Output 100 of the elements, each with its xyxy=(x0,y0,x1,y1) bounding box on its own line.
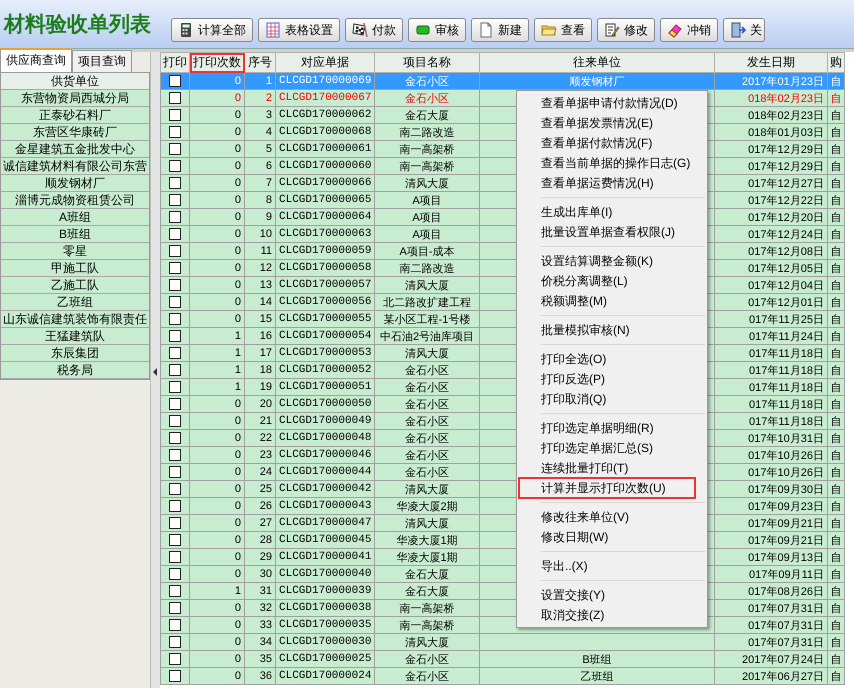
table-row[interactable]: 0 36 CLCGD170000024 金石小区 乙班组 2017年06月27日 自 xyxy=(160,668,844,684)
supplier-item[interactable]: 东营物资局西城分局 xyxy=(1,90,149,107)
table-cell: 27 xyxy=(260,517,272,529)
table-cell: CLCGD170000069 xyxy=(279,75,372,87)
toolbar-button[interactable]: 关 xyxy=(723,18,765,42)
menu-item[interactable]: 税额调整(M) xyxy=(517,291,707,311)
table-cell: CLCGD170000063 xyxy=(279,228,372,240)
supplier-item[interactable]: B班组 xyxy=(1,226,149,243)
table-cell: 0 xyxy=(234,160,241,172)
exit-door-icon xyxy=(730,22,746,38)
column-header[interactable]: 项目名称 xyxy=(374,52,480,72)
table-cell: CLCGD170000068 xyxy=(279,126,372,138)
toolbar-button[interactable]: 修改 xyxy=(597,18,655,42)
column-header[interactable]: 打印次数 xyxy=(190,52,244,72)
toolbar-button[interactable]: 冲销 xyxy=(660,18,718,42)
table-cell: 15 xyxy=(260,313,272,325)
column-header[interactable]: 购 xyxy=(828,52,844,72)
print-checkbox[interactable] xyxy=(169,602,181,614)
print-checkbox[interactable] xyxy=(169,296,181,308)
sidebar-tab[interactable]: 项目查询 xyxy=(72,50,132,72)
supplier-item[interactable]: 东营区华康砖厂 xyxy=(1,124,149,141)
toolbar-button[interactable]: 计算全部 xyxy=(171,18,253,42)
print-checkbox[interactable] xyxy=(169,126,181,138)
table-cell: 清风大厦 xyxy=(405,280,449,292)
print-checkbox[interactable] xyxy=(169,653,181,666)
table-cell: 16 xyxy=(260,330,272,342)
column-header[interactable]: 序号 xyxy=(244,52,276,72)
menu-item[interactable]: 计算并显示打印次数(U) xyxy=(519,478,695,498)
print-checkbox[interactable] xyxy=(169,449,181,462)
table-cell: 0 xyxy=(234,262,241,274)
print-checkbox[interactable] xyxy=(169,143,181,156)
print-checkbox[interactable] xyxy=(169,483,181,496)
print-checkbox[interactable] xyxy=(169,364,181,376)
print-checkbox[interactable] xyxy=(169,177,181,190)
print-checkbox[interactable] xyxy=(169,670,181,682)
print-checkbox[interactable] xyxy=(169,109,181,122)
table-cell: CLCGD170000051 xyxy=(279,381,372,393)
supplier-item[interactable]: 零星 xyxy=(1,243,149,260)
print-checkbox[interactable] xyxy=(169,517,181,530)
toolbar-button[interactable]: 表格设置 xyxy=(258,18,340,42)
print-checkbox[interactable] xyxy=(169,568,181,580)
print-checkbox[interactable] xyxy=(169,551,181,564)
supplier-item[interactable]: 乙班组 xyxy=(1,294,149,311)
table-cell: 金石小区 xyxy=(405,416,449,428)
toolbar-button[interactable]: 付款 xyxy=(345,18,403,42)
print-checkbox[interactable] xyxy=(169,194,181,206)
print-checkbox[interactable] xyxy=(169,228,181,240)
print-checkbox[interactable] xyxy=(169,160,181,172)
column-header[interactable]: 打印 xyxy=(160,52,190,72)
supplier-item[interactable]: 王猛建筑队 xyxy=(1,328,149,345)
supplier-item[interactable]: 淄博元成物资租赁公司 xyxy=(1,192,149,209)
print-checkbox[interactable] xyxy=(169,92,181,104)
toolbar-button[interactable]: 查看 xyxy=(534,18,592,42)
print-checkbox[interactable] xyxy=(169,432,181,444)
table-cell: 清风大厦 xyxy=(405,636,449,648)
sidebar-tab[interactable]: 供应商查询 xyxy=(0,48,72,72)
print-checkbox[interactable] xyxy=(169,534,181,546)
print-checkbox[interactable] xyxy=(169,262,181,274)
print-checkbox[interactable] xyxy=(169,585,181,598)
supplier-item[interactable]: 正泰砂石料厂 xyxy=(1,107,149,124)
supplier-item[interactable]: 乙施工队 xyxy=(1,277,149,294)
print-checkbox[interactable] xyxy=(169,75,181,88)
table-cell: CLCGD170000030 xyxy=(279,636,372,648)
checkered-flag-icon xyxy=(352,22,368,38)
supplier-item[interactable]: 诚信建筑材料有限公司东营 xyxy=(1,158,149,175)
supplier-item[interactable]: 顺发钢材厂 xyxy=(1,175,149,192)
toolbar-button[interactable]: 新建 xyxy=(471,18,529,42)
table-row[interactable]: 0 34 CLCGD170000030 清风大厦 017年07月31日 自 xyxy=(160,634,844,650)
supplier-item[interactable]: 山东诚信建筑装饰有限责任 xyxy=(1,311,149,328)
supplier-item[interactable]: A班组 xyxy=(1,209,149,226)
print-checkbox[interactable] xyxy=(169,279,181,292)
supplier-item[interactable]: 甲施工队 xyxy=(1,260,149,277)
print-checkbox[interactable] xyxy=(169,619,181,632)
print-checkbox[interactable] xyxy=(169,330,181,342)
table-cell: 南一高架桥 xyxy=(400,620,454,632)
print-checkbox[interactable] xyxy=(169,415,181,428)
toolbar-button[interactable]: 审核 xyxy=(408,18,466,42)
print-checkbox[interactable] xyxy=(169,245,181,258)
print-checkbox[interactable] xyxy=(169,466,181,478)
supplier-item[interactable]: 东辰集团 xyxy=(1,345,149,362)
supplier-item[interactable]: 税务局 xyxy=(1,362,149,379)
table-cell: 1 xyxy=(266,75,272,87)
print-checkbox[interactable] xyxy=(169,381,181,394)
table-cell: 017年12月08日 xyxy=(748,246,824,258)
print-checkbox[interactable] xyxy=(169,211,181,224)
column-header[interactable]: 对应单据 xyxy=(276,52,374,72)
print-checkbox[interactable] xyxy=(169,313,181,326)
column-header[interactable]: 发生日期 xyxy=(714,52,828,72)
table-cell: 自 xyxy=(830,262,842,274)
table-cell: 自 xyxy=(830,126,842,138)
print-checkbox[interactable] xyxy=(169,398,181,410)
print-checkbox[interactable] xyxy=(169,347,181,360)
print-checkbox[interactable] xyxy=(169,500,181,512)
collapse-arrow-icon[interactable] xyxy=(153,368,158,376)
table-row[interactable]: 0 35 CLCGD170000025 金石小区 B班组 2017年07月24日 自 xyxy=(160,650,844,668)
table-cell: 21 xyxy=(260,415,272,427)
table-cell: 金石小区 xyxy=(405,432,449,444)
column-header[interactable]: 往来单位 xyxy=(480,52,714,72)
supplier-item[interactable]: 金星建筑五金批发中心 xyxy=(1,141,149,158)
print-checkbox[interactable] xyxy=(169,636,181,648)
